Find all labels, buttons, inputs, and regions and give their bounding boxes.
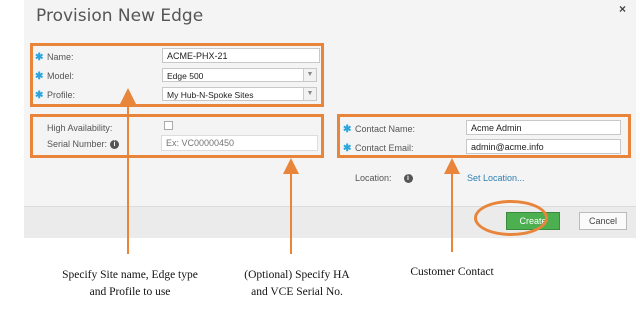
site-caption-line-1: Specify Site name, Edge type	[62, 269, 198, 281]
contact-caption-line-1: Customer Contact	[410, 266, 494, 278]
ha-caption: (Optional) Specify HA and VCE Serial No.	[222, 267, 372, 301]
site-caption-line-2: and Profile to use	[89, 286, 171, 298]
annotation-arrows	[120, 88, 460, 254]
site-caption: Specify Site name, Edge type and Profile…	[30, 267, 230, 301]
contact-caption: Customer Contact	[392, 264, 512, 281]
ha-caption-line-1: (Optional) Specify HA	[244, 269, 350, 281]
ha-caption-line-2: and VCE Serial No.	[251, 286, 343, 298]
